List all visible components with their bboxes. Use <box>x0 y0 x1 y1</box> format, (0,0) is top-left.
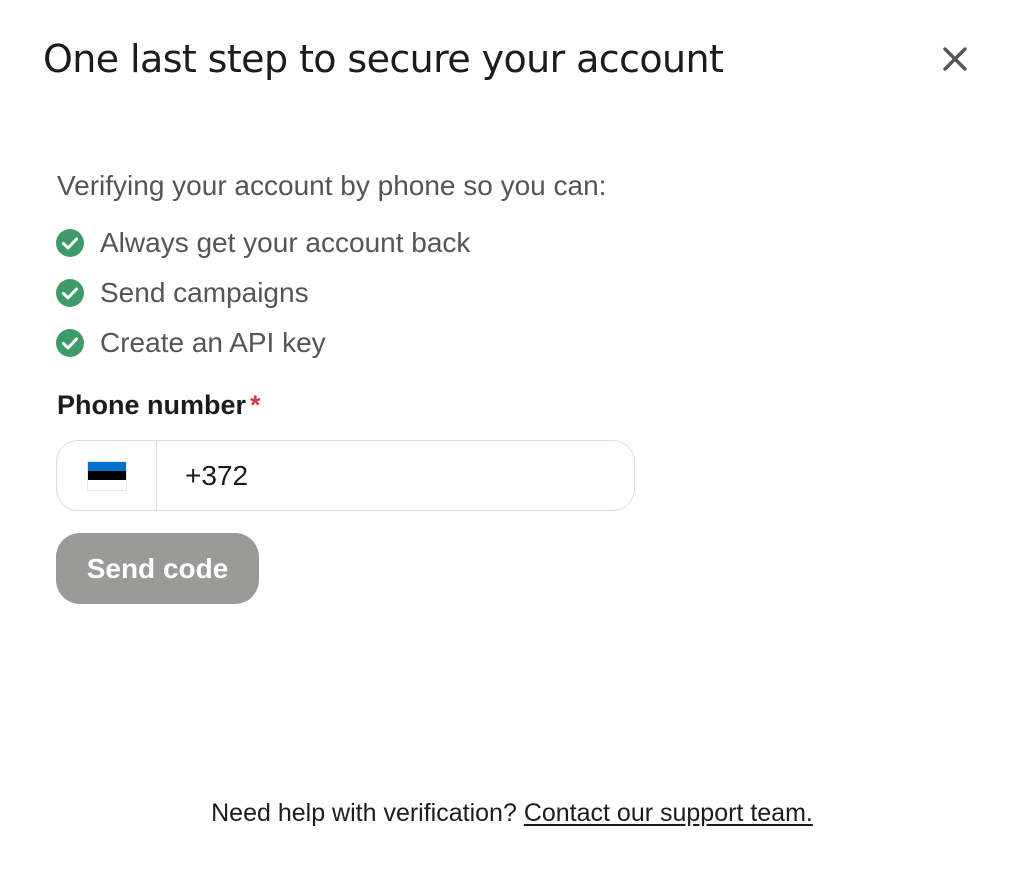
benefit-item: Send campaigns <box>55 268 470 318</box>
intro-text: Verifying your account by phone so you c… <box>57 170 607 201</box>
verify-phone-modal: One last step to secure your account Ver… <box>0 0 1024 869</box>
required-marker: * <box>250 390 261 420</box>
benefit-label: Create an API key <box>100 327 326 358</box>
check-circle-icon <box>55 228 85 258</box>
help-footer: Need help with verification? Contact our… <box>0 799 1024 828</box>
close-button[interactable] <box>934 38 976 80</box>
help-text: Need help with verification? <box>211 799 517 827</box>
benefit-item: Create an API key <box>55 318 470 368</box>
country-code-selector[interactable] <box>57 441 157 510</box>
check-circle-icon <box>55 328 85 358</box>
contact-support-link[interactable]: Contact our support team. <box>524 799 813 827</box>
benefit-item: Always get your account back <box>55 218 470 268</box>
benefit-label: Send campaigns <box>100 277 309 308</box>
phone-number-field <box>56 440 635 511</box>
modal-title: One last step to secure your account <box>43 37 724 81</box>
estonia-flag-icon <box>86 460 127 491</box>
phone-number-label: Phone number * <box>57 390 261 421</box>
send-code-button[interactable]: Send code <box>56 533 259 604</box>
check-circle-icon <box>55 278 85 308</box>
benefits-list: Always get your account back Send campai… <box>55 218 470 368</box>
phone-number-label-text: Phone number <box>57 390 247 420</box>
close-icon[interactable] <box>940 44 970 74</box>
benefit-label: Always get your account back <box>100 227 471 258</box>
phone-number-input[interactable] <box>157 441 634 510</box>
